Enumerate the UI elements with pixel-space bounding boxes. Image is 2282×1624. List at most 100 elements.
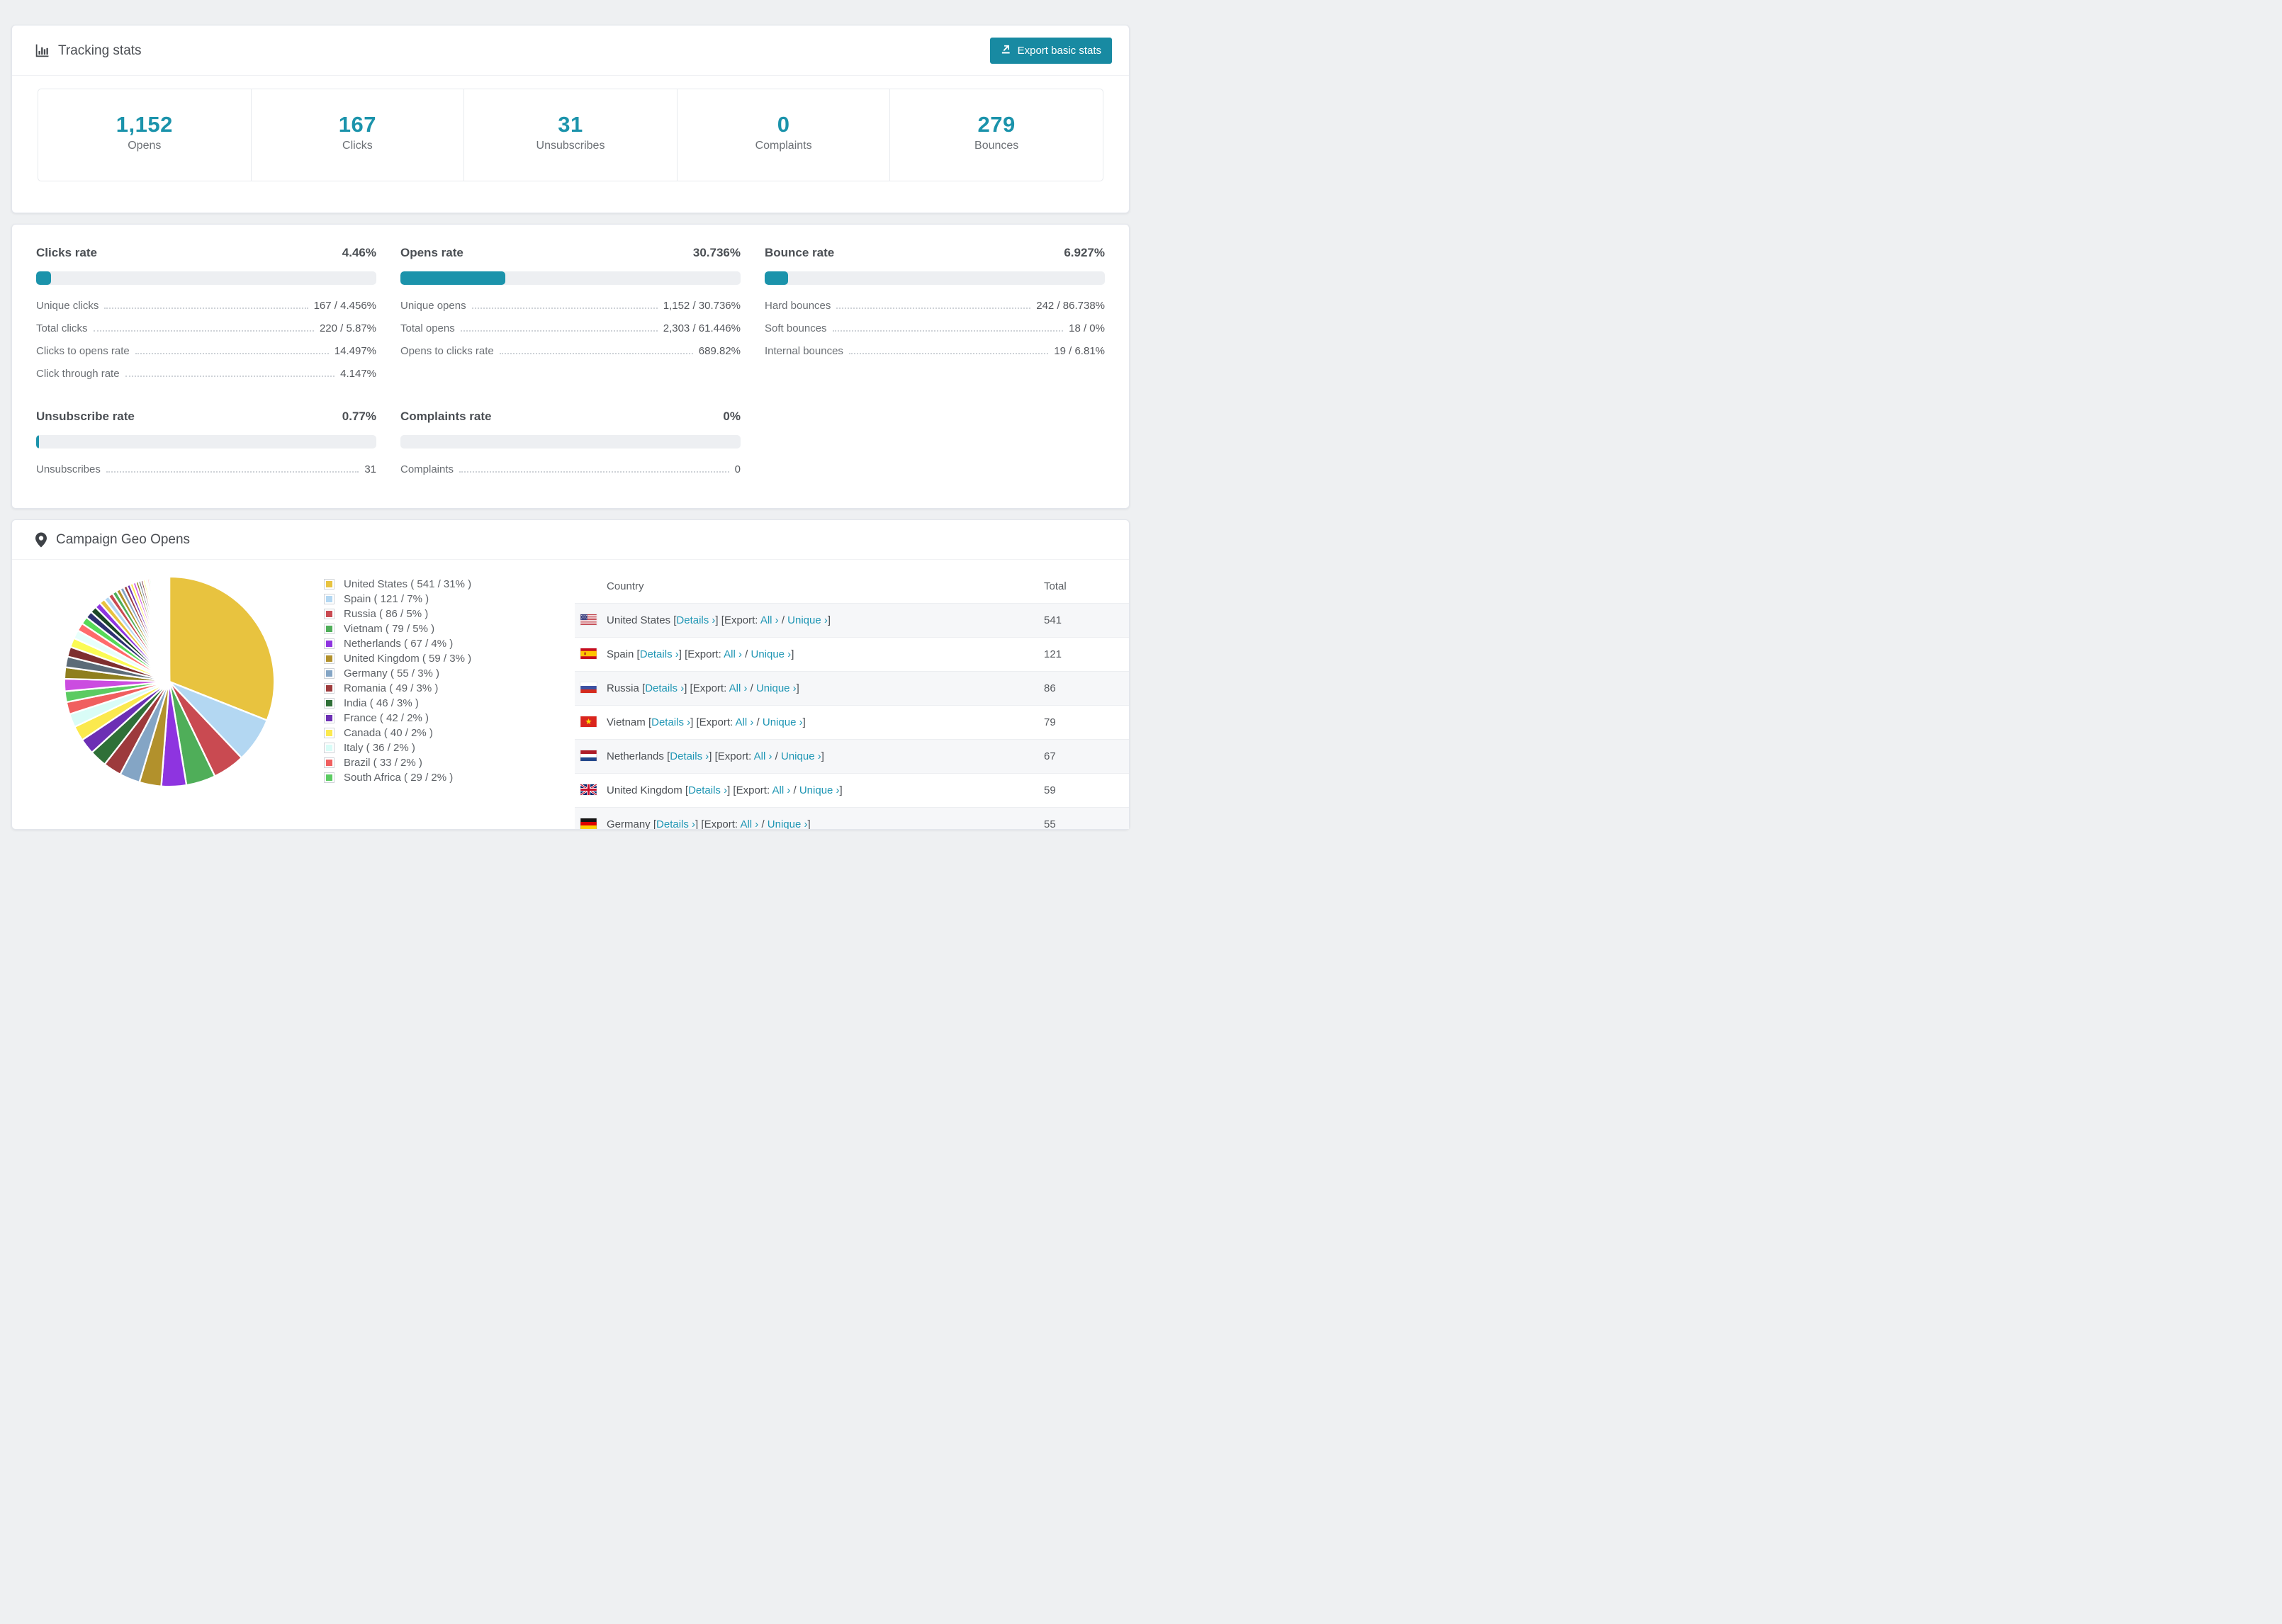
rate-detail-value: 19 / 6.81% — [1054, 345, 1105, 357]
details-link[interactable]: Details › — [670, 750, 709, 762]
legend-swatch — [324, 668, 335, 679]
export-icon — [1001, 44, 1011, 57]
country-total: 86 — [1044, 671, 1129, 706]
legend-item: Romania ( 49 / 3% ) — [324, 681, 536, 696]
rate-section: Opens rate 30.736% Unique opens 1,152 / … — [400, 246, 741, 380]
country-total: 541 — [1044, 603, 1129, 638]
rate-detail-label: Hard bounces — [765, 300, 831, 312]
rate-detail-value: 0 — [734, 463, 741, 475]
dotted-leader — [848, 353, 1049, 354]
legend-item: Netherlands ( 67 / 4% ) — [324, 636, 536, 651]
export-unique-link[interactable]: Unique › — [799, 784, 840, 796]
country-flag-icon — [580, 648, 597, 659]
legend-swatch — [324, 743, 335, 753]
export-all-link[interactable]: All › — [740, 818, 758, 829]
legend-swatch — [324, 772, 335, 783]
geo-opens-title-text: Campaign Geo Opens — [56, 532, 191, 547]
dotted-leader — [104, 308, 308, 309]
export-all-link[interactable]: All › — [729, 682, 748, 694]
legend-label: Russia ( 86 / 5% ) — [344, 608, 429, 620]
rate-value: 30.736% — [692, 246, 741, 259]
legend-label: France ( 42 / 2% ) — [344, 712, 429, 724]
export-prefix: Export: — [736, 784, 770, 796]
export-all-link[interactable]: All › — [754, 750, 772, 762]
legend-label: India ( 46 / 3% ) — [344, 697, 419, 709]
geo-legend: United States ( 541 / 31% ) Spain ( 121 … — [324, 577, 536, 785]
rate-detail-label: Unique clicks — [36, 300, 99, 312]
legend-item: Germany ( 55 / 3% ) — [324, 666, 536, 681]
export-all-link[interactable]: All › — [772, 784, 790, 796]
geo-table-row: Germany [Details ›] [Export: All › / Uni… — [575, 807, 1129, 829]
export-unique-link[interactable]: Unique › — [787, 614, 828, 626]
legend-label: Vietnam ( 79 / 5% ) — [344, 623, 435, 635]
tracking-stats-header: Tracking stats Export basic stats — [12, 26, 1129, 76]
legend-label: Italy ( 36 / 2% ) — [344, 742, 415, 754]
legend-swatch — [324, 594, 335, 604]
country-links: [Details ›] [Export: All › / Unique ›] — [648, 716, 806, 728]
legend-item: United States ( 541 / 31% ) — [324, 577, 536, 592]
legend-item: United Kingdom ( 59 / 3% ) — [324, 651, 536, 666]
export-unique-link[interactable]: Unique › — [751, 648, 791, 660]
stat-label: Bounces — [974, 140, 1019, 152]
country-flag-icon — [580, 614, 597, 625]
country-name: Vietnam — [607, 716, 646, 728]
export-unique-link[interactable]: Unique › — [763, 716, 803, 728]
rate-detail-value: 31 — [364, 463, 376, 475]
export-all-link[interactable]: All › — [760, 614, 779, 626]
legend-label: South Africa ( 29 / 2% ) — [344, 772, 454, 784]
rate-progress-fill — [36, 435, 39, 449]
legend-swatch — [324, 728, 335, 738]
export-all-link[interactable]: All › — [724, 648, 742, 660]
stat-value: 0 — [777, 112, 790, 137]
legend-label: Canada ( 40 / 2% ) — [344, 727, 433, 739]
rate-detail-row: Internal bounces 19 / 6.81% — [765, 345, 1105, 357]
rate-value: 6.927% — [1064, 246, 1105, 259]
dotted-leader — [135, 353, 329, 354]
rate-detail-row: Total opens 2,303 / 61.446% — [400, 322, 741, 334]
stat-cell: 1,152 Opens — [38, 89, 251, 181]
details-link[interactable]: Details › — [656, 818, 695, 829]
rate-title: Unsubscribe rate — [36, 410, 135, 423]
rate-progress-fill — [765, 271, 789, 285]
stat-cell: 167 Clicks — [250, 89, 464, 181]
geo-table-row: Netherlands [Details ›] [Export: All › /… — [575, 739, 1129, 774]
rate-progress-bar — [765, 271, 1105, 285]
details-link[interactable]: Details › — [645, 682, 684, 694]
rate-progress-bar — [400, 271, 741, 285]
export-all-link[interactable]: All › — [736, 716, 754, 728]
legend-item: Russia ( 86 / 5% ) — [324, 607, 536, 621]
country-links: [Details ›] [Export: All › / Unique ›] — [642, 682, 799, 694]
export-unique-link[interactable]: Unique › — [756, 682, 797, 694]
export-unique-link[interactable]: Unique › — [781, 750, 821, 762]
rate-title: Clicks rate — [36, 246, 97, 259]
rate-progress-fill — [36, 271, 52, 285]
legend-swatch — [324, 757, 335, 768]
rate-detail-row: Opens to clicks rate 689.82% — [400, 345, 741, 357]
rate-progress-bar — [36, 435, 376, 449]
details-link[interactable]: Details › — [651, 716, 690, 728]
legend-label: United States ( 541 / 31% ) — [344, 578, 472, 590]
country-name: Spain — [607, 648, 634, 660]
export-unique-link[interactable]: Unique › — [768, 818, 808, 829]
stat-value: 167 — [338, 112, 376, 137]
legend-swatch — [324, 698, 335, 709]
rate-detail-row: Clicks to opens rate 14.497% — [36, 345, 376, 357]
rates-card: Clicks rate 4.46% Unique clicks 167 / 4.… — [11, 224, 1130, 509]
rate-value: 4.46% — [342, 246, 376, 259]
rate-detail-label: Internal bounces — [765, 345, 843, 357]
stat-cell: 31 Unsubscribes — [463, 89, 677, 181]
stat-value: 31 — [558, 112, 583, 137]
rate-progress-fill — [400, 271, 505, 285]
dotted-leader — [471, 308, 658, 309]
legend-label: Netherlands ( 67 / 4% ) — [344, 638, 454, 650]
legend-item: Canada ( 40 / 2% ) — [324, 726, 536, 740]
geo-opens-header: Campaign Geo Opens — [12, 520, 1129, 560]
tracking-stats-title-text: Tracking stats — [58, 43, 142, 58]
export-basic-stats-button[interactable]: Export basic stats — [989, 38, 1112, 64]
details-link[interactable]: Details › — [640, 648, 679, 660]
export-prefix: Export: — [717, 750, 752, 762]
details-link[interactable]: Details › — [688, 784, 727, 796]
rate-detail-value: 2,303 / 61.446% — [663, 322, 741, 334]
legend-swatch — [324, 713, 335, 723]
details-link[interactable]: Details › — [676, 614, 715, 626]
